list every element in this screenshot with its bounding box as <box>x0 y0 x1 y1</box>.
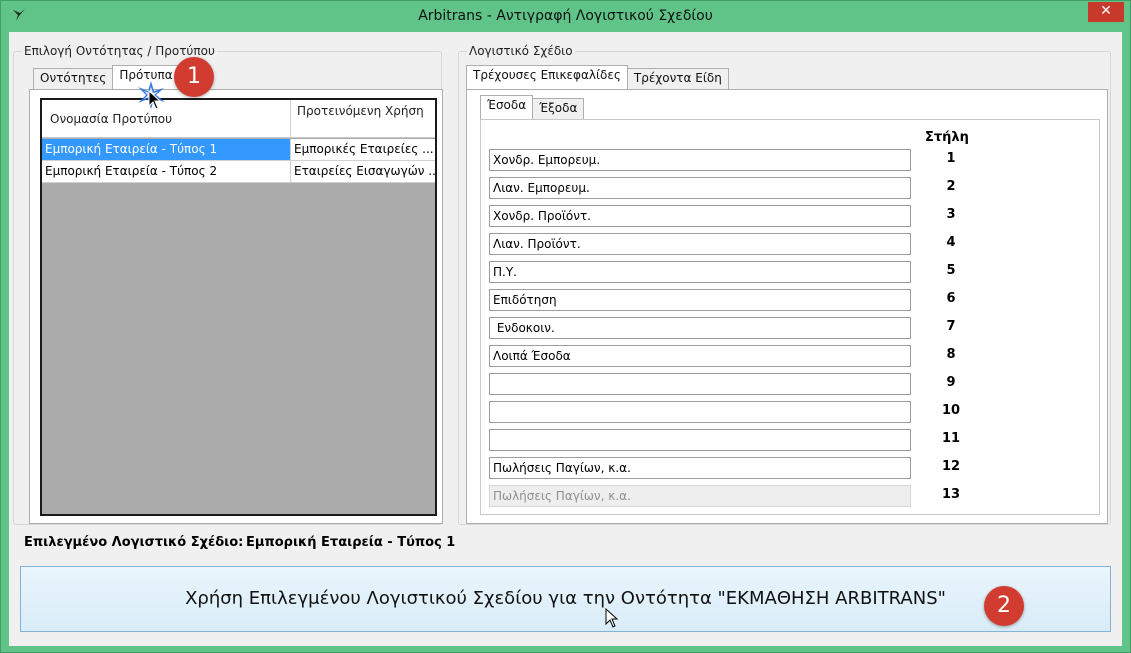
heading-field-10[interactable] <box>489 401 911 423</box>
heading-field-13: Πωλήσεις Παγίων, κ.α. <box>489 485 911 507</box>
mouse-pointer-icon <box>148 90 162 110</box>
column-number: 7 <box>946 319 956 334</box>
income-tab-page: Στήλη Χονδρ. Εμπορευμ. 1 Λιαν. Εμπορευμ.… <box>480 119 1100 515</box>
close-button[interactable]: ✕ <box>1088 2 1124 22</box>
column-number: 8 <box>946 347 956 362</box>
grid-header: Ονομασία Προτύπου Προτεινόμενη Χρήση <box>42 100 435 138</box>
accounting-plan-group: Λογιστικό Σχέδιο Τρέχουσες Επικεφαλίδες … <box>458 44 1111 525</box>
application-window: Arbitrans - Αντιγραφή Λογιστικού Σχεδίου… <box>0 0 1131 653</box>
column-number: 13 <box>941 487 961 502</box>
heading-field-6[interactable]: Επιδότηση <box>489 289 911 311</box>
tab-current-items[interactable]: Τρέχοντα Είδη <box>626 68 729 89</box>
window-title: Arbitrans - Αντιγραφή Λογιστικού Σχεδίου <box>418 8 713 24</box>
tab-current-headings[interactable]: Τρέχουσες Επικεφαλίδες <box>466 65 628 89</box>
suggested-use-cell[interactable]: Εταιρείες Εισαγωγών ... <box>291 161 435 182</box>
column-number: 10 <box>941 403 961 418</box>
column-number: 4 <box>946 235 956 250</box>
table-row[interactable]: Εμπορική Εταιρεία - Τύπος 2 Εταιρείες Ει… <box>42 161 435 183</box>
column-number: 1 <box>946 151 956 166</box>
income-expense-tabstrip: Έσοδα Έξοδα <box>480 95 585 119</box>
templates-grid[interactable]: Ονομασία Προτύπου Προτεινόμενη Χρήση Εμπ… <box>40 98 437 516</box>
heading-field-1[interactable]: Χονδρ. Εμπορευμ. <box>489 149 911 171</box>
templates-tab-page: Ονομασία Προτύπου Προτεινόμενη Χρήση Εμπ… <box>29 89 443 524</box>
column-header-label: Στήλη <box>925 130 969 145</box>
heading-field-2[interactable]: Λιαν. Εμπορευμ. <box>489 177 911 199</box>
column-number: 5 <box>946 263 956 278</box>
heading-field-9[interactable] <box>489 373 911 395</box>
template-name-cell[interactable]: Εμπορική Εταιρεία - Τύπος 2 <box>42 161 291 182</box>
heading-field-5[interactable]: Π.Υ. <box>489 261 911 283</box>
annotation-badge-1: 1 <box>174 57 214 97</box>
client-area: Επιλογή Οντότητας / Προτύπου Οντότητες Π… <box>9 32 1122 646</box>
table-row[interactable]: Εμπορική Εταιρεία - Τύπος 1 Εμπορικές Ετ… <box>42 139 435 161</box>
selected-plan-value: Εμπορική Εταιρεία - Τύπος 1 <box>246 535 456 550</box>
title-bar[interactable]: Arbitrans - Αντιγραφή Λογιστικού Σχεδίου… <box>1 1 1130 32</box>
apply-plan-button[interactable]: Χρήση Επιλεγμένου Λογιστικού Σχεδίου για… <box>20 566 1111 632</box>
annotation-badge-2: 2 <box>984 586 1024 626</box>
column-number: 2 <box>946 179 956 194</box>
column-header-suggested-use[interactable]: Προτεινόμενη Χρήση <box>291 100 435 137</box>
column-number: 3 <box>946 207 956 222</box>
entity-template-legend: Επιλογή Οντότητας / Προτύπου <box>22 44 217 58</box>
current-headings-tab-page: Έσοδα Έξοδα Στήλη Χονδρ. Εμπορευμ. 1 Λια… <box>466 89 1108 524</box>
suggested-use-cell[interactable]: Εμπορικές Εταιρείες ... <box>291 139 435 160</box>
template-name-cell[interactable]: Εμπορική Εταιρεία - Τύπος 1 <box>42 139 291 160</box>
heading-field-3[interactable]: Χονδρ. Προϊόντ. <box>489 205 911 227</box>
heading-field-12[interactable]: Πωλήσεις Παγίων, κ.α. <box>489 457 911 479</box>
mouse-pointer-icon <box>605 608 619 628</box>
heading-field-7[interactable]: Ενδοκοιν. <box>489 317 911 339</box>
column-number: 12 <box>941 459 961 474</box>
tab-expenses[interactable]: Έξοδα <box>532 98 585 119</box>
tab-income[interactable]: Έσοδα <box>480 95 534 119</box>
right-tabstrip: Τρέχουσες Επικεφαλίδες Τρέχοντα Είδη <box>466 65 729 89</box>
column-number: 6 <box>946 291 956 306</box>
column-number: 11 <box>941 431 961 446</box>
heading-field-11[interactable] <box>489 429 911 451</box>
accounting-plan-legend: Λογιστικό Σχέδιο <box>467 44 575 58</box>
tab-entities[interactable]: Οντότητες <box>33 68 114 89</box>
selected-plan-label: Επιλεγμένο Λογιστικό Σχέδιο: <box>24 535 244 550</box>
column-number: 9 <box>946 375 956 390</box>
entity-template-group: Επιλογή Οντότητας / Προτύπου Οντότητες Π… <box>13 44 443 525</box>
heading-field-8[interactable]: Λοιπά Έσοδα <box>489 345 911 367</box>
heading-field-4[interactable]: Λιαν. Προϊόντ. <box>489 233 911 255</box>
